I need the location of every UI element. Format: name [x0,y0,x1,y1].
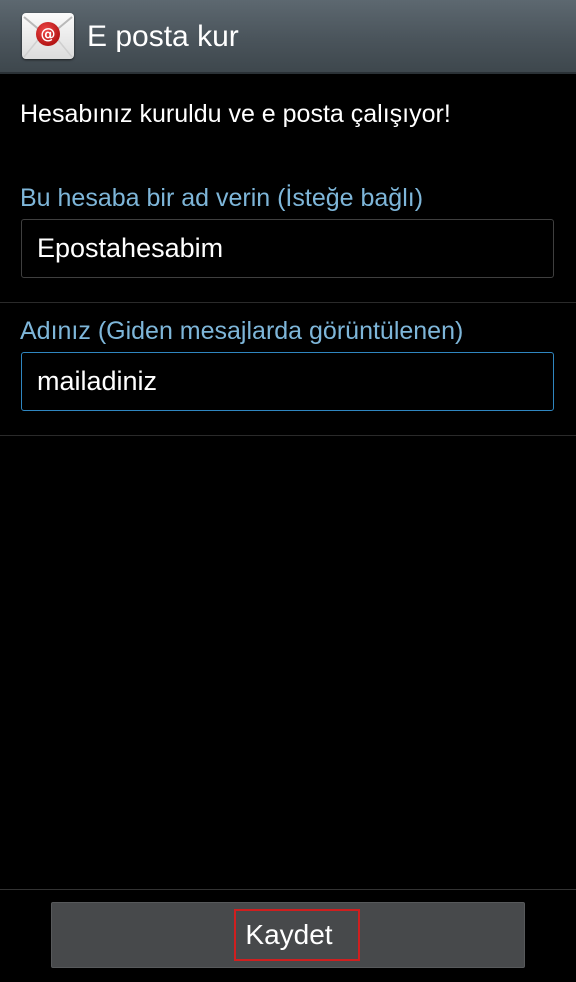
email-setup-screen: @ E posta kur Hesabınız kuruldu ve e pos… [0,0,576,982]
account-name-label: Bu hesaba bir ad verin (İsteğe bağlı) [20,184,424,212]
save-button[interactable]: Kaydet [51,902,525,968]
app-title: E posta kur [87,20,239,53]
divider [0,302,576,303]
account-name-input[interactable] [21,219,554,278]
your-name-input[interactable] [21,352,554,411]
divider [0,435,576,436]
setup-complete-message: Hesabınız kuruldu ve e posta çalışıyor! [20,100,451,128]
save-button-label: Kaydet [245,919,333,950]
action-bar: @ E posta kur [0,0,576,74]
at-sign-icon: @ [36,22,60,46]
your-name-label: Adınız (Giden mesajlarda görüntülenen) [20,317,464,345]
email-app-icon[interactable]: @ [22,13,74,59]
footer-divider [0,889,576,890]
